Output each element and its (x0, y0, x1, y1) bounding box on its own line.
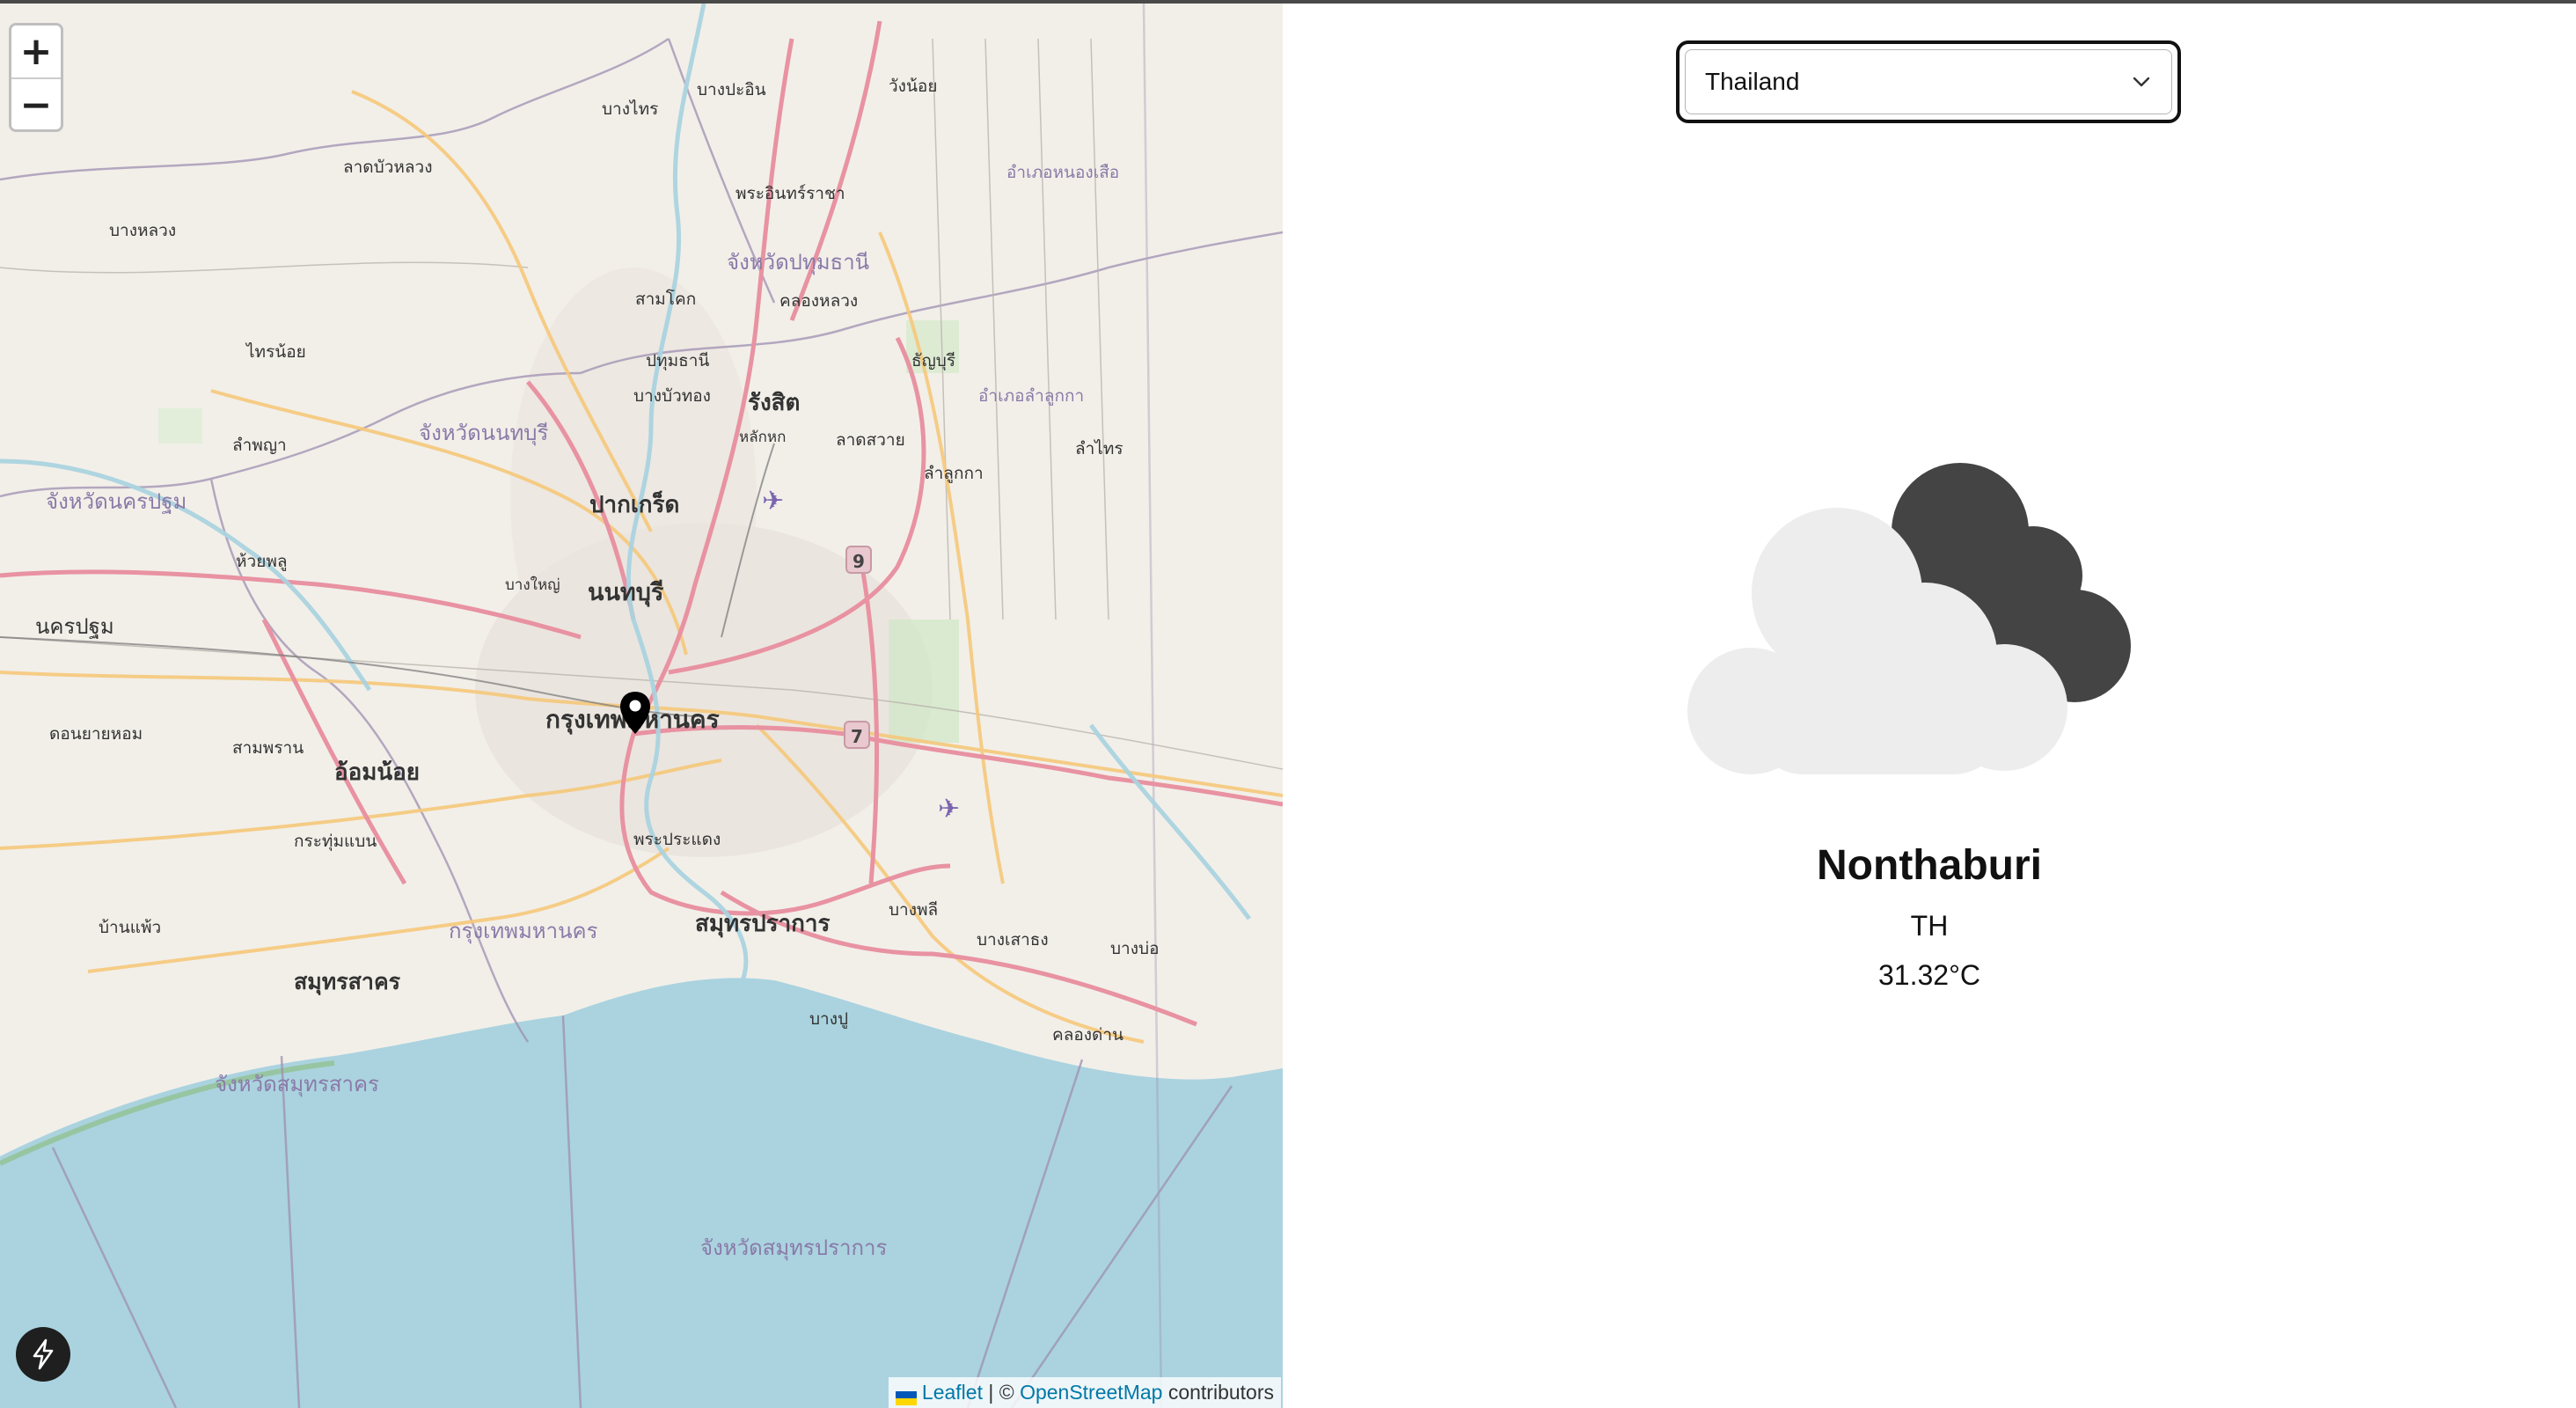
map-label-bang-bo: บางบ่อ (1110, 939, 1159, 958)
map-label-lat-sawai: ลาดสวาย (836, 430, 905, 450)
map-label-nakhon-pathom: นครปฐม (35, 614, 114, 639)
map-label-huai-phlu: ห้วยพลู (236, 552, 288, 571)
openstreetmap-link[interactable]: OpenStreetMap (1020, 1381, 1162, 1404)
airport-icon-suvarnabhumi: ✈ (938, 794, 960, 825)
map-label-lam-sai: ลำไทร (1075, 439, 1123, 458)
map-label-bang-sai: บางไทร (602, 99, 658, 119)
map-label-krathum-baen: กระทุ่มแบน (294, 832, 377, 852)
bolt-icon (33, 1338, 54, 1370)
map-label-wang-noi: วังน้อย (889, 77, 937, 96)
map-label-bang-bua-thong: บางบัวทอง (633, 386, 711, 406)
map-label-nakhon-pathom-province: จังหวัดนครปฐม (46, 489, 187, 514)
route-shield-9: 9 (853, 551, 865, 572)
chevron-down-icon (2133, 77, 2150, 87)
ukraine-flag-icon (895, 1387, 917, 1405)
country-select-value: Thailand (1705, 68, 1800, 95)
zoom-in-button[interactable]: + (11, 26, 61, 79)
map-label-om-noi: อ้อมน้อย (334, 759, 420, 786)
map-label-sam-phran: สามพราน (232, 738, 304, 758)
map[interactable]: 9 7 ✈ ✈ กรุงเทพมหานคร นนทบุรี ปากเกร็ด ร… (0, 4, 1283, 1408)
map-label-sai-noi: ไทรน้อย (245, 342, 306, 362)
bolt-button[interactable] (16, 1327, 70, 1382)
map-label-bangkok-south: กรุงเทพมหานคร (449, 919, 598, 944)
country-select[interactable]: Thailand (1676, 40, 2181, 123)
zoom-control: + − (9, 23, 63, 132)
attribution-separator: | © (988, 1381, 1014, 1404)
map-label-lak-hok: หลักหก (739, 429, 786, 446)
map-label-lam-luk-ka: ลำลูกกา (924, 464, 984, 483)
map-label-samut-prakan: สมุทรปราการ (695, 911, 831, 938)
map-label-pak-kret: ปากเกร็ด (589, 490, 679, 518)
map-label-ban-phaeo: บ้านแพ้ว (99, 918, 161, 937)
map-label-pathum-province: จังหวัดปทุมธานี (727, 250, 869, 275)
airport-icon-donmueang: ✈ (762, 486, 784, 517)
map-label-nonthaburi: นนทบุรี (588, 579, 664, 607)
map-label-phra-in-racha: พระอินทร์ราชา (735, 184, 845, 203)
map-label-rangsit: รังสิต (748, 390, 800, 416)
map-label-bang-pa-in: บางปะอิน (697, 80, 766, 99)
map-label-thanyaburi: ธัญบุรี (911, 351, 955, 371)
map-label-bang-luang: บางหลวง (109, 221, 176, 240)
map-label-lat-bua-luang: ลาดบัวหลวง (343, 158, 433, 177)
zoom-out-button[interactable]: − (11, 79, 61, 129)
map-label-bang-yai: บางใหญ่ (505, 576, 560, 594)
map-label-khlong-dan: คลองด่าน (1052, 1025, 1123, 1045)
map-label-bang-pu: บางปู (809, 1009, 848, 1029)
cloudy-icon (1687, 461, 2180, 796)
map-label-phra-pradaeng: พระประแดง (633, 830, 721, 849)
map-attribution: Leaflet | © OpenStreetMap contributors (888, 1377, 1281, 1408)
map-label-bang-phli: บางพลี (889, 900, 938, 920)
city-name: Nonthaburi (1817, 842, 2042, 889)
map-label-samut-sakhon: สมุทรสาคร (294, 969, 401, 996)
map-label-lam-phaya: ลำพญา (232, 436, 287, 455)
map-label-sam-khok: สามโคก (635, 289, 696, 309)
leaflet-link[interactable]: Leaflet (922, 1381, 983, 1404)
map-label-nong-suea: อำเภอหนองเสือ (1006, 163, 1119, 182)
map-label-lam-luk-ka-district: อำเภอลำลูกกา (978, 386, 1084, 406)
map-label-samut-sakhon-province: จังหวัดสมุทรสาคร (215, 1072, 379, 1097)
map-label-samut-prakan-province: จังหวัดสมุทรปราการ (700, 1236, 887, 1261)
map-label-bang-sao-thong: บางเสาธง (977, 930, 1049, 950)
route-shield-7: 7 (851, 726, 863, 747)
country-select-box[interactable]: Thailand (1685, 49, 2172, 114)
map-label-don-yai-hom: ดอนยายหอม (49, 724, 143, 744)
attribution-suffix: contributors (1167, 1381, 1274, 1404)
location-marker-icon[interactable] (618, 690, 652, 736)
map-label-pathum-thani: ปทุมธานี (646, 351, 709, 371)
country-code: TH (1910, 910, 1949, 942)
weather-panel: Thailand Nonthaburi TH 31.32°C (1283, 4, 2576, 1408)
map-label-nonthaburi-province: จังหวัดนนทบุรี (419, 421, 549, 446)
temperature: 31.32°C (1878, 959, 1980, 991)
map-label-khlong-luang: คลองหลวง (779, 291, 858, 311)
